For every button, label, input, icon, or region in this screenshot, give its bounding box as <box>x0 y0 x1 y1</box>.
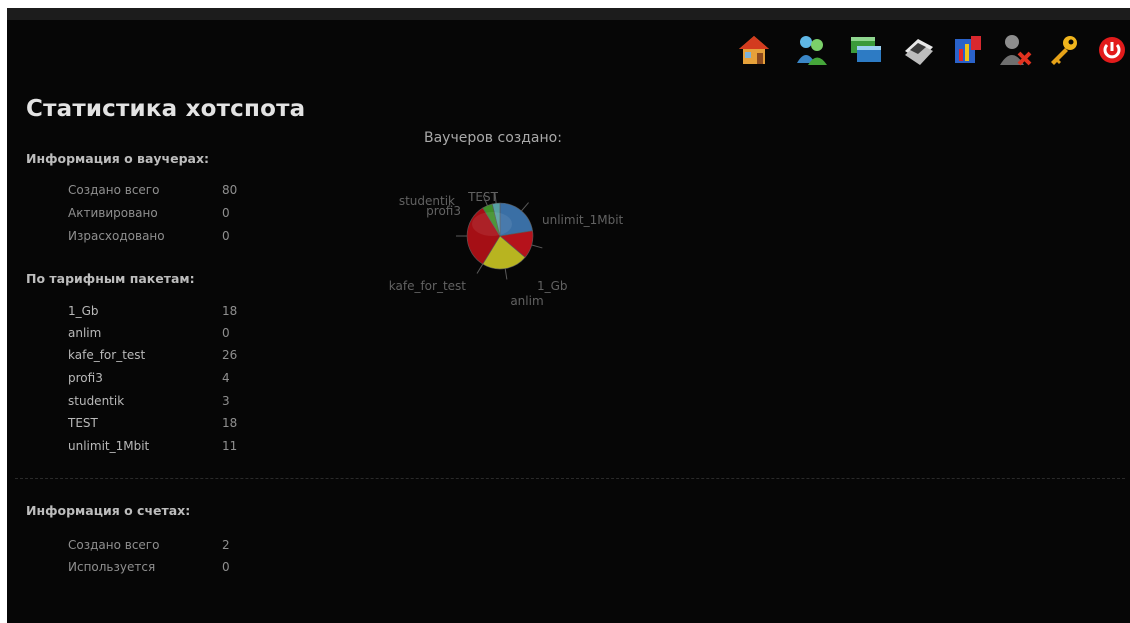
pie-leader-line <box>521 202 529 212</box>
pie-label: kafe_for_test <box>389 279 467 293</box>
pie-leader-line <box>504 268 508 280</box>
row-label: 1_Gb <box>68 304 99 318</box>
packages-section-title: По тарифным пакетам: <box>26 271 195 286</box>
accounts-section-title: Информация о счетах: <box>26 503 191 518</box>
row-label: Создано всего <box>68 183 160 197</box>
windows-icon[interactable] <box>849 33 883 67</box>
row-label: profi3 <box>68 371 103 385</box>
row-label: anlim <box>68 326 102 340</box>
home-icon[interactable] <box>737 33 771 67</box>
row-label: TEST <box>68 416 98 430</box>
row-value: 0 <box>222 326 230 340</box>
top-bar <box>7 8 1130 20</box>
pie-leader-line <box>476 263 484 274</box>
tickets-icon[interactable] <box>902 33 936 67</box>
row-label: kafe_for_test <box>68 348 146 362</box>
row-value: 18 <box>222 304 238 318</box>
pie-label: studentik <box>399 194 455 208</box>
row-value: 11 <box>222 439 238 453</box>
row-label: Используется <box>68 560 156 574</box>
row-label: unlimit_1Mbit <box>68 439 150 453</box>
row-label: Израсходовано <box>68 229 165 243</box>
pie-label: anlim <box>510 294 543 308</box>
row-value: 3 <box>222 394 230 408</box>
power-icon[interactable] <box>1095 33 1129 67</box>
chart-title: Ваучеров создано: <box>424 130 562 146</box>
row-value: 0 <box>222 206 230 220</box>
vouchers-section-title: Информация о ваучерах: <box>26 151 210 166</box>
row-value: 0 <box>222 229 230 243</box>
key-icon[interactable] <box>1046 33 1080 67</box>
row-value: 26 <box>222 348 238 362</box>
row-label: Создано всего <box>68 538 160 552</box>
pie-leader-line <box>531 244 543 249</box>
pie-label: unlimit_1Mbit <box>542 213 624 227</box>
row-label: studentik <box>68 394 125 408</box>
toolbar <box>737 33 1127 69</box>
row-value: 4 <box>222 371 230 385</box>
pie-highlight <box>472 212 512 236</box>
main-panel: Статистика хотспота Информация о ваучера… <box>7 8 1130 623</box>
page-title: Статистика хотспота <box>26 96 306 122</box>
voucher-pie-chart: TESTunlimit_1Mbit1_Gbanlimkafe_for_testp… <box>389 190 624 308</box>
row-value: 0 <box>222 560 230 574</box>
row-value: 80 <box>222 183 238 197</box>
users-icon[interactable] <box>795 33 829 67</box>
row-value: 2 <box>222 538 230 552</box>
section-divider <box>15 478 1125 479</box>
row-value: 18 <box>222 416 238 430</box>
pie-label: TEST <box>467 190 499 204</box>
report-icon[interactable] <box>951 33 985 67</box>
remove-user-icon[interactable] <box>999 33 1033 67</box>
row-label: Активировано <box>68 206 158 220</box>
pie-label: 1_Gb <box>537 279 568 293</box>
